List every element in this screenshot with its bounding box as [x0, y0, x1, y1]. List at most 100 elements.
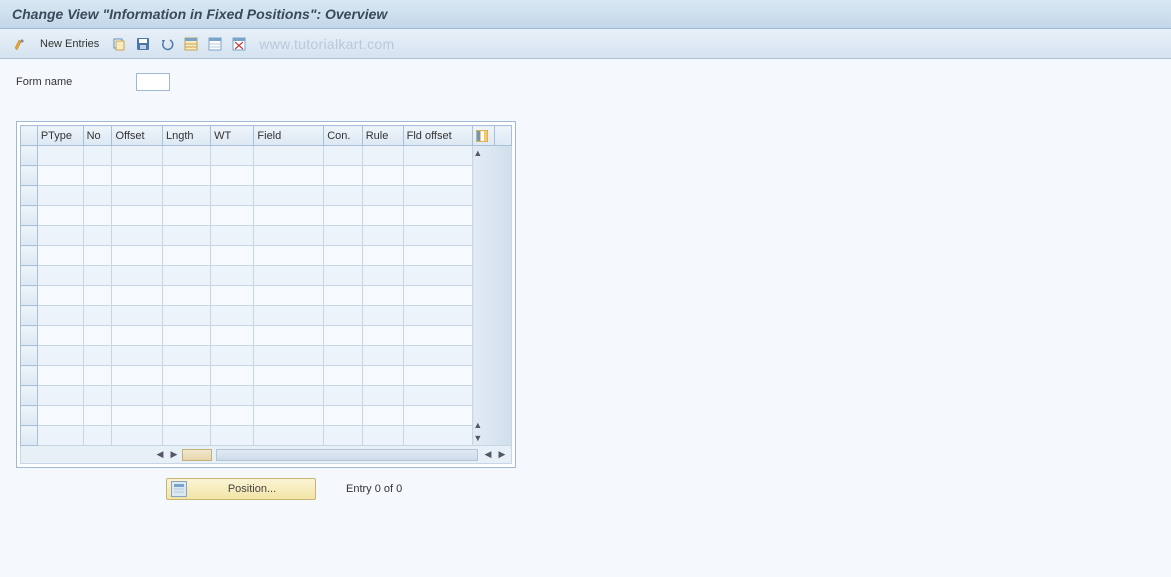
- cell-no[interactable]: [83, 166, 112, 186]
- cell-rule[interactable]: [362, 146, 403, 166]
- cell-con[interactable]: [324, 266, 363, 286]
- cell-ptype[interactable]: [37, 386, 83, 406]
- cell-no[interactable]: [83, 386, 112, 406]
- cell-rule[interactable]: [362, 246, 403, 266]
- copy-icon[interactable]: [109, 34, 129, 54]
- cell-ptype[interactable]: [37, 186, 83, 206]
- cell-ptype[interactable]: [37, 366, 83, 386]
- cell-lngth[interactable]: [162, 266, 210, 286]
- col-ptype[interactable]: PType: [37, 126, 83, 146]
- cell-wt[interactable]: [211, 346, 254, 366]
- cell-rule[interactable]: [362, 286, 403, 306]
- row-selector[interactable]: [21, 206, 38, 226]
- cell-con[interactable]: [324, 206, 363, 226]
- col-rule[interactable]: Rule: [362, 126, 403, 146]
- cell-fld-offset[interactable]: [403, 266, 473, 286]
- cell-ptype[interactable]: [37, 166, 83, 186]
- horizontal-scrollbar[interactable]: ◀ ▶ ◀ ▶: [21, 446, 512, 464]
- cell-ptype[interactable]: [37, 406, 83, 426]
- form-name-input[interactable]: [136, 73, 170, 91]
- cell-rule[interactable]: [362, 226, 403, 246]
- cell-wt[interactable]: [211, 266, 254, 286]
- cell-offset[interactable]: [112, 406, 163, 426]
- col-wt[interactable]: WT: [211, 126, 254, 146]
- cell-ptype[interactable]: [37, 246, 83, 266]
- cell-wt[interactable]: [211, 206, 254, 226]
- cell-lngth[interactable]: [162, 386, 210, 406]
- cell-lngth[interactable]: [162, 166, 210, 186]
- cell-offset[interactable]: [112, 426, 163, 446]
- row-selector[interactable]: [21, 366, 38, 386]
- row-selector[interactable]: [21, 346, 38, 366]
- cell-field[interactable]: [254, 346, 324, 366]
- cell-lngth[interactable]: [162, 206, 210, 226]
- row-selector[interactable]: [21, 406, 38, 426]
- cell-no[interactable]: [83, 266, 112, 286]
- cell-lngth[interactable]: [162, 326, 210, 346]
- cell-lngth[interactable]: [162, 226, 210, 246]
- vscroll-up-icon[interactable]: ▲: [473, 147, 511, 159]
- cell-ptype[interactable]: [37, 206, 83, 226]
- cell-lngth[interactable]: [162, 286, 210, 306]
- cell-field[interactable]: [254, 306, 324, 326]
- cell-field[interactable]: [254, 406, 324, 426]
- new-entries-button[interactable]: New Entries: [34, 36, 105, 52]
- hscroll-left-icon[interactable]: ◀: [154, 449, 166, 460]
- cell-lngth[interactable]: [162, 406, 210, 426]
- cell-no[interactable]: [83, 406, 112, 426]
- cell-fld-offset[interactable]: [403, 186, 473, 206]
- cell-offset[interactable]: [112, 166, 163, 186]
- cell-offset[interactable]: [112, 346, 163, 366]
- row-selector[interactable]: [21, 246, 38, 266]
- cell-wt[interactable]: [211, 226, 254, 246]
- undo-icon[interactable]: [157, 34, 177, 54]
- cell-rule[interactable]: [362, 306, 403, 326]
- cell-wt[interactable]: [211, 246, 254, 266]
- hscroll-right-icon[interactable]: ▶: [168, 449, 180, 460]
- cell-no[interactable]: [83, 186, 112, 206]
- cell-offset[interactable]: [112, 366, 163, 386]
- col-con[interactable]: Con.: [324, 126, 363, 146]
- cell-rule[interactable]: [362, 186, 403, 206]
- cell-wt[interactable]: [211, 286, 254, 306]
- cell-rule[interactable]: [362, 166, 403, 186]
- cell-field[interactable]: [254, 366, 324, 386]
- cell-no[interactable]: [83, 326, 112, 346]
- select-all-icon[interactable]: [181, 34, 201, 54]
- cell-fld-offset[interactable]: [403, 166, 473, 186]
- cell-no[interactable]: [83, 426, 112, 446]
- cell-lngth[interactable]: [162, 306, 210, 326]
- select-all-header[interactable]: [21, 126, 38, 146]
- cell-ptype[interactable]: [37, 286, 83, 306]
- col-offset[interactable]: Offset: [112, 126, 163, 146]
- delete-icon[interactable]: [229, 34, 249, 54]
- cell-offset[interactable]: [112, 326, 163, 346]
- row-selector[interactable]: [21, 226, 38, 246]
- save-icon[interactable]: [133, 34, 153, 54]
- cell-field[interactable]: [254, 266, 324, 286]
- cell-offset[interactable]: [112, 226, 163, 246]
- position-button[interactable]: Position...: [166, 478, 316, 500]
- hscroll-track[interactable]: [216, 449, 478, 461]
- cell-con[interactable]: [324, 306, 363, 326]
- cell-rule[interactable]: [362, 346, 403, 366]
- toggle-icon[interactable]: [10, 34, 30, 54]
- cell-lngth[interactable]: [162, 186, 210, 206]
- cell-con[interactable]: [324, 386, 363, 406]
- cell-ptype[interactable]: [37, 346, 83, 366]
- row-selector[interactable]: [21, 286, 38, 306]
- row-selector[interactable]: [21, 186, 38, 206]
- cell-ptype[interactable]: [37, 426, 83, 446]
- cell-no[interactable]: [83, 306, 112, 326]
- cell-fld-offset[interactable]: [403, 426, 473, 446]
- configure-columns-icon[interactable]: [473, 126, 495, 146]
- vertical-scrollbar[interactable]: ▲▲▼: [473, 146, 512, 446]
- cell-lngth[interactable]: [162, 426, 210, 446]
- cell-rule[interactable]: [362, 406, 403, 426]
- cell-wt[interactable]: [211, 146, 254, 166]
- cell-rule[interactable]: [362, 266, 403, 286]
- cell-field[interactable]: [254, 206, 324, 226]
- cell-no[interactable]: [83, 366, 112, 386]
- cell-field[interactable]: [254, 146, 324, 166]
- cell-offset[interactable]: [112, 206, 163, 226]
